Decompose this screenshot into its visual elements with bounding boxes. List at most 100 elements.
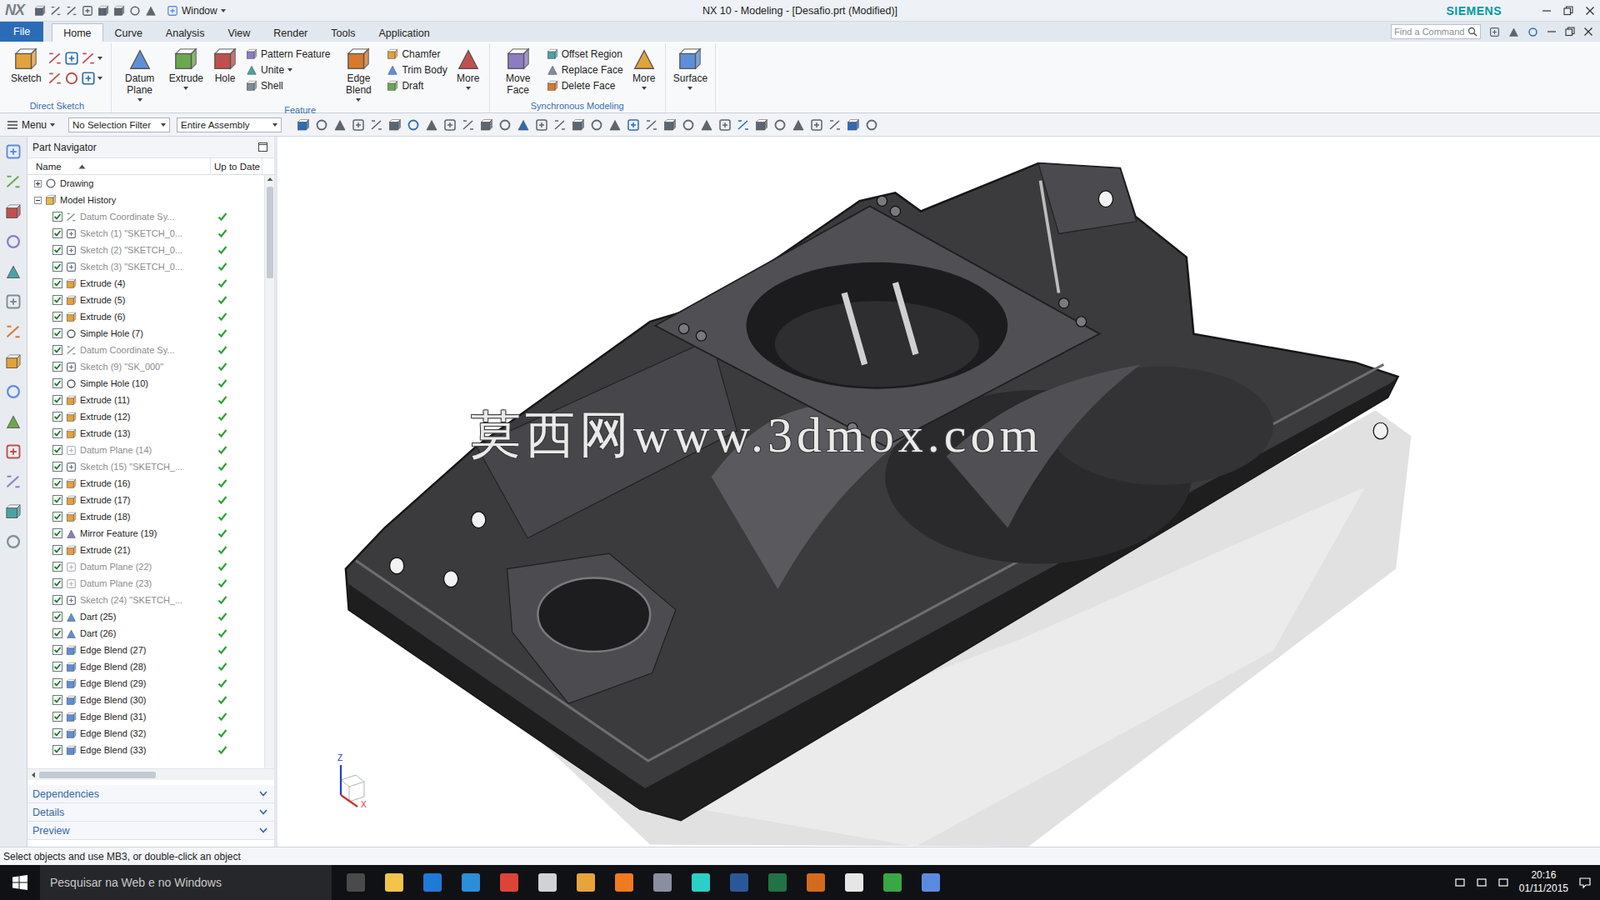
selection-filter[interactable]: No Selection Filter [68, 117, 170, 133]
visibility-checkbox[interactable] [52, 378, 63, 389]
tree-row[interactable]: Extrude (12) [32, 408, 265, 425]
ribbon-small-button[interactable]: Delete Face [545, 78, 625, 94]
taskbar-app-icon[interactable] [921, 873, 940, 892]
taskbar-clock[interactable]: 20:1601/11/2015 [1519, 869, 1569, 895]
notifications-icon[interactable] [1578, 875, 1592, 890]
ribbon-button[interactable]: Edge Blend [335, 45, 382, 104]
visibility-checkbox[interactable] [52, 645, 63, 655]
menu-button[interactable]: Menu [6, 119, 62, 131]
taskbar-app-icon[interactable] [385, 873, 404, 892]
dropdown-caret[interactable] [97, 76, 103, 80]
visibility-checkbox[interactable] [52, 695, 63, 705]
dropdown-caret[interactable] [287, 68, 293, 72]
visibility-checkbox[interactable] [52, 361, 63, 372]
taskbar-app-icon[interactable] [538, 873, 557, 892]
tree-row[interactable]: Sketch (2) "SKETCH_0... [32, 241, 265, 259]
taskbar-app-icon[interactable] [500, 873, 519, 892]
visibility-checkbox[interactable] [52, 295, 63, 305]
taskbar-search[interactable]: Pesquisar na Web e no Windows [40, 865, 332, 900]
navigator-section[interactable]: Dependencies [27, 785, 275, 804]
visibility-checkbox[interactable] [52, 261, 63, 272]
visibility-checkbox[interactable] [52, 428, 63, 439]
visibility-checkbox[interactable] [52, 661, 63, 672]
tree-row[interactable]: Edge Blend (27) [32, 641, 265, 659]
vertical-scrollbar[interactable] [264, 175, 275, 769]
visibility-checkbox[interactable] [52, 478, 63, 489]
dropdown-caret[interactable] [183, 86, 189, 90]
restore-icon[interactable] [1563, 5, 1574, 16]
ribbon-button[interactable]: Extrude [166, 45, 206, 92]
visibility-checkbox[interactable] [52, 728, 63, 739]
visibility-checkbox[interactable] [52, 628, 63, 639]
dropdown-caret[interactable] [97, 56, 103, 60]
navigator-section[interactable]: Details [27, 803, 275, 822]
tree-expander[interactable] [34, 196, 42, 205]
taskbar-app-icon[interactable] [730, 873, 749, 892]
taskbar-app-icon[interactable] [653, 873, 672, 892]
visibility-checkbox[interactable] [52, 545, 63, 555]
dropdown-caret[interactable] [641, 86, 647, 90]
visibility-checkbox[interactable] [52, 611, 63, 622]
file-tab[interactable]: File [0, 21, 44, 42]
visibility-checkbox[interactable] [52, 595, 63, 605]
visibility-checkbox[interactable] [52, 745, 63, 755]
tree-row[interactable]: Simple Hole (7) [32, 325, 265, 342]
visibility-checkbox[interactable] [52, 528, 63, 539]
tray-icon[interactable] [1497, 876, 1510, 889]
tree-row[interactable]: Sketch (1) "SKETCH_0... [32, 225, 265, 242]
dropdown-caret[interactable] [687, 86, 693, 90]
ribbon-button[interactable]: More [628, 45, 660, 92]
ribbon-small-button[interactable]: Trim Body [385, 62, 449, 78]
tree-row[interactable]: Datum Plane (14) [32, 441, 265, 459]
ribbon-small-button[interactable]: Chamfer [385, 46, 449, 62]
scroll-thumb[interactable] [39, 771, 156, 779]
taskbar-app-icon[interactable] [346, 873, 365, 892]
tree-row[interactable]: Extrude (11) [32, 391, 265, 409]
visibility-checkbox[interactable] [52, 711, 63, 722]
ribbon-small-button[interactable]: Shell [244, 78, 332, 94]
visibility-checkbox[interactable] [52, 328, 63, 339]
doc-restore-icon[interactable] [1565, 26, 1575, 37]
ribbon-tab[interactable]: Curve [103, 23, 155, 42]
ribbon-button[interactable]: Sketch [8, 45, 45, 87]
tree-row[interactable]: Extrude (16) [32, 475, 265, 492]
taskbar-app-icon[interactable] [423, 873, 442, 892]
close-icon[interactable] [1585, 5, 1595, 16]
navigator-section[interactable]: Preview [27, 821, 275, 840]
tree-row[interactable]: Datum Coordinate Sy... [32, 208, 265, 225]
ribbon-button[interactable]: Hole [209, 45, 241, 87]
maximize-icon[interactable] [258, 142, 268, 152]
ribbon-tab[interactable]: Home [51, 23, 103, 42]
selection-scope[interactable]: Entire Assembly [176, 117, 282, 133]
tree-row[interactable]: Extrude (6) [32, 308, 265, 325]
model-view[interactable] [277, 136, 1600, 847]
ribbon-button[interactable]: Move Face [495, 45, 542, 99]
ribbon-button[interactable]: More [452, 45, 485, 92]
window-menu[interactable]: Window [166, 5, 226, 17]
visibility-checkbox[interactable] [52, 461, 63, 472]
tree-row[interactable]: Extrude (5) [32, 291, 265, 309]
tree-row[interactable]: Sketch (24) "SKETCH_... [32, 591, 265, 609]
visibility-checkbox[interactable] [52, 678, 63, 689]
dropdown-caret[interactable] [355, 98, 361, 102]
tree-row[interactable]: Datum Plane (23) [32, 575, 265, 592]
start-button[interactable] [0, 865, 40, 900]
scroll-left-icon[interactable] [30, 771, 36, 779]
tray-icon[interactable] [1454, 876, 1466, 889]
visibility-checkbox[interactable] [52, 211, 63, 222]
taskbar-app-icon[interactable] [615, 873, 634, 892]
ribbon-small-button[interactable]: Unite [244, 62, 332, 78]
tree-row[interactable]: Edge Blend (33) [32, 741, 265, 759]
tree-row[interactable]: Drawing [32, 175, 265, 192]
horizontal-scrollbar[interactable] [27, 768, 275, 780]
ribbon-small-button[interactable]: Replace Face [545, 62, 625, 78]
column-header[interactable]: Name [32, 158, 211, 175]
minimize-icon[interactable] [1541, 5, 1552, 16]
taskbar-app-icon[interactable] [883, 873, 902, 892]
doc-minimize-icon[interactable] [1546, 26, 1557, 37]
command-search[interactable]: Find a Command [1390, 24, 1481, 40]
visibility-checkbox[interactable] [52, 245, 63, 255]
ribbon-tab[interactable]: View [215, 23, 262, 42]
tree-expander[interactable] [34, 180, 42, 188]
graphics-window[interactable]: 莫西网www.3dmox.comZX [277, 136, 1600, 847]
